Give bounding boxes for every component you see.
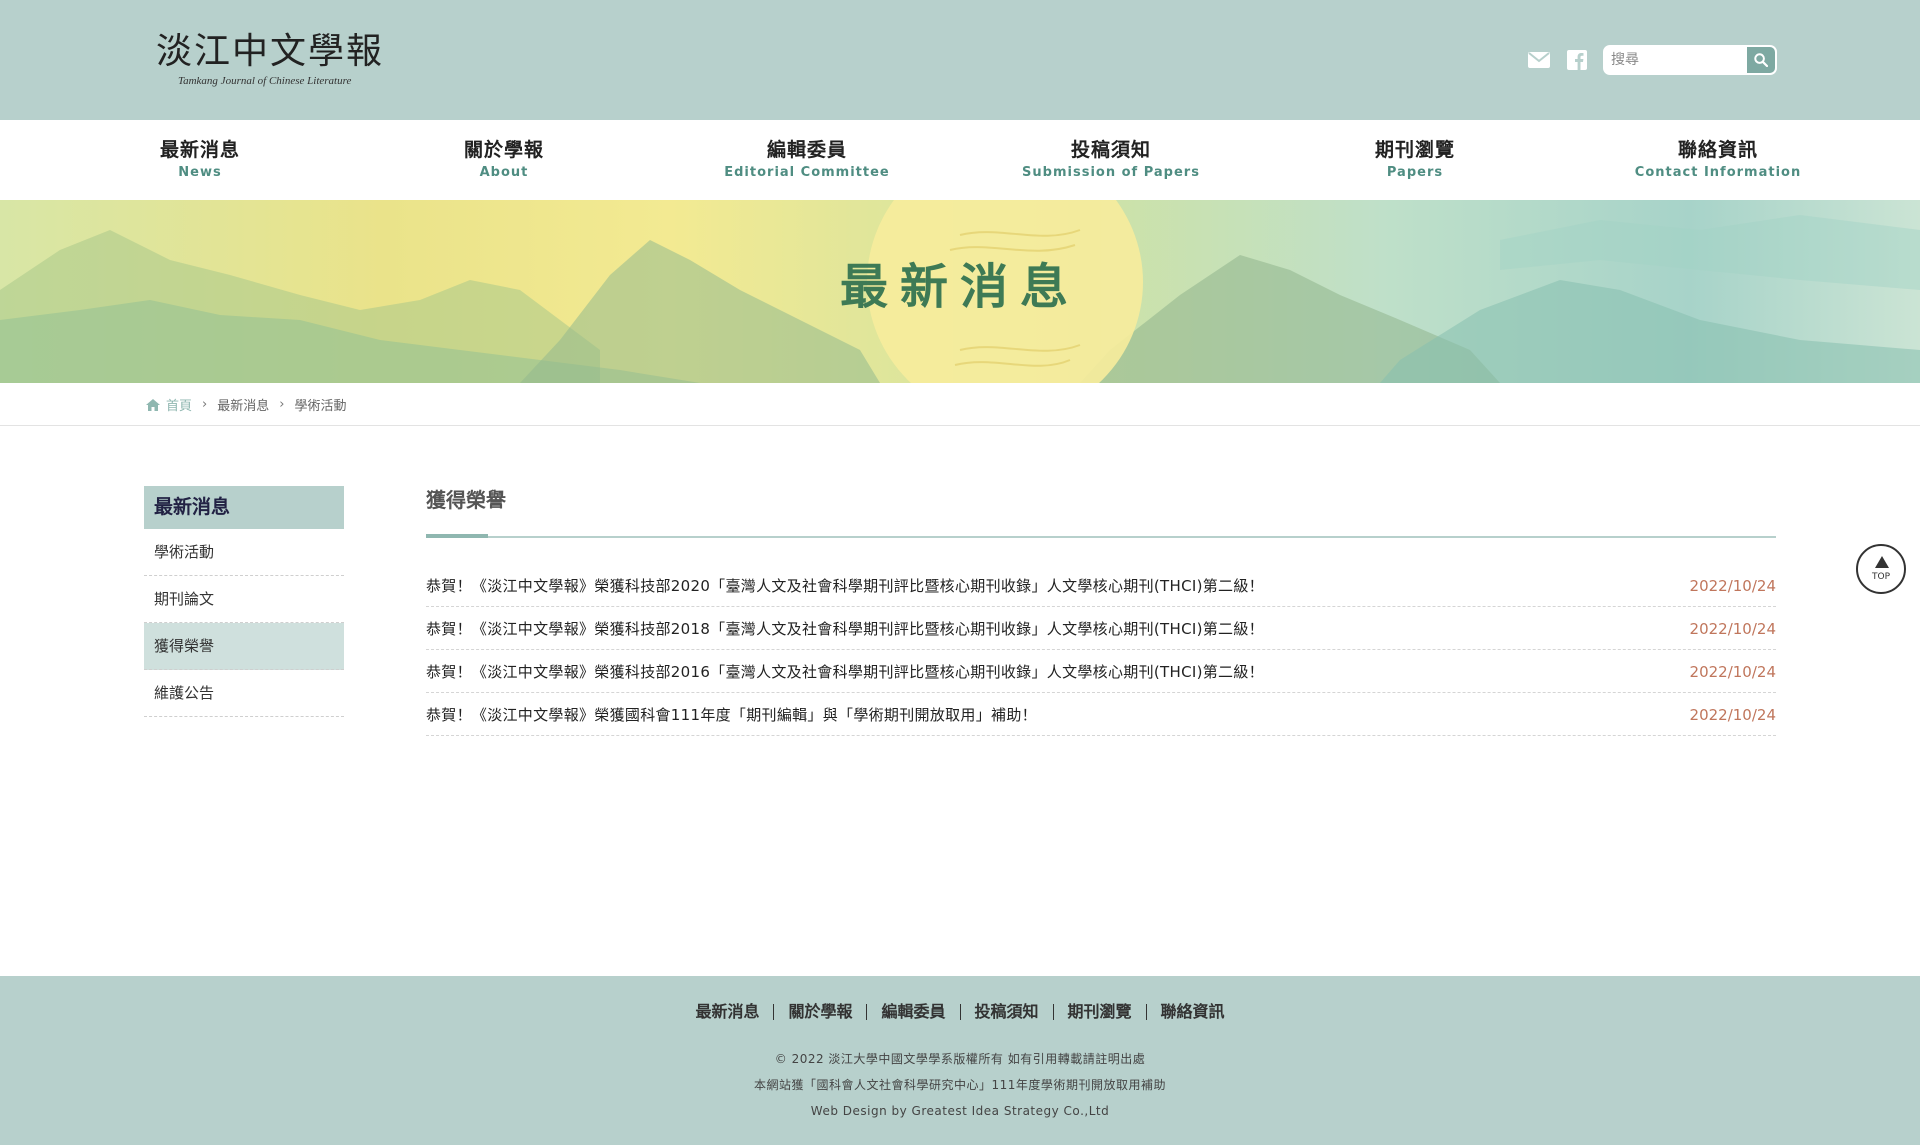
nav-editorial-committee[interactable]: 編輯委員 Editorial Committee — [687, 138, 927, 182]
footer-link-contact[interactable]: 聯絡資訊 — [1145, 1004, 1239, 1020]
nav-label-zh: 編輯委員 — [766, 139, 847, 161]
back-to-top-button[interactable]: TOP — [1856, 544, 1906, 594]
logo-subtitle: Tamkang Journal of Chinese Literature — [178, 75, 352, 87]
chevron-right-icon: › — [279, 397, 285, 412]
search-input[interactable] — [1605, 47, 1747, 73]
top-header: 淡江中文學報 Tamkang Journal of Chinese Litera… — [0, 0, 1920, 120]
footer-link-submission[interactable]: 投稿須知 — [959, 1004, 1053, 1020]
nav-label-zh: 聯絡資訊 — [1677, 139, 1758, 161]
nav-label-en: Contact Information — [1634, 165, 1802, 180]
mail-icon[interactable] — [1527, 49, 1551, 71]
footer-info: © 2022 淡江大學中國文學學系版權所有 如有引用轉載請註明出處 本網站獲「國… — [0, 1046, 1920, 1124]
footer-link-papers[interactable]: 期刊瀏覽 — [1052, 1004, 1146, 1020]
nav-label-en: Submission of Papers — [1022, 165, 1200, 180]
list-item[interactable]: 恭賀！《淡江中文學報》榮獲科技部2018「臺灣人文及社會科學期刊評比暨核心期刊收… — [426, 607, 1776, 650]
list-item-title: 恭賀！《淡江中文學報》榮獲科技部2018「臺灣人文及社會科學期刊評比暨核心期刊收… — [426, 620, 1264, 638]
breadcrumb-current: 學術活動 — [294, 399, 347, 414]
list-item-date: 2022/10/24 — [1689, 663, 1776, 681]
search-box — [1603, 45, 1777, 75]
nav-contact[interactable]: 聯絡資訊 Contact Information — [1598, 138, 1838, 182]
site-logo[interactable]: 淡江中文學報 Tamkang Journal of Chinese Litera… — [156, 30, 396, 92]
list-item[interactable]: 恭賀！《淡江中文學報》榮獲科技部2020「臺灣人文及社會科學期刊評比暨核心期刊收… — [426, 564, 1776, 607]
nav-label-en: About — [479, 165, 529, 180]
nav-label-en: Papers — [1386, 165, 1444, 180]
footer: 最新消息 關於學報 編輯委員 投稿須知 期刊瀏覽 聯絡資訊 © 2022 淡江大學中國文學… — [0, 976, 1920, 1145]
page-title: 獲得榮譽 — [426, 488, 506, 512]
nav-label-zh: 最新消息 — [159, 139, 240, 161]
footer-link-editorial[interactable]: 編輯委員 — [866, 1004, 959, 1020]
header-tools — [1527, 45, 1777, 75]
sidebar-item-maintenance[interactable]: 維護公告 — [144, 670, 344, 717]
footer-grant: 本網站獲「國科會人文社會科學研究中心」111年度學術期刊開放取用補助 — [754, 1078, 1166, 1092]
nav-submission[interactable]: 投稿須知 Submission of Papers — [991, 138, 1231, 182]
breadcrumb-home-label: 首頁 — [166, 399, 193, 414]
list-item-title: 恭賀！《淡江中文學報》榮獲國科會111年度「期刊編輯」與「學術期刊開放取用」補助… — [426, 706, 1037, 724]
title-divider — [426, 534, 1776, 538]
nav-label-zh: 期刊瀏覽 — [1374, 139, 1455, 161]
chevron-right-icon: › — [202, 397, 208, 412]
facebook-icon[interactable] — [1565, 49, 1589, 71]
list-item-date: 2022/10/24 — [1689, 577, 1776, 595]
list-item-title: 恭賀！《淡江中文學報》榮獲科技部2020「臺灣人文及社會科學期刊評比暨核心期刊收… — [426, 577, 1264, 595]
list-item-title: 恭賀！《淡江中文學報》榮獲科技部2016「臺灣人文及社會科學期刊評比暨核心期刊收… — [426, 663, 1264, 681]
main-content: 獲得榮譽 恭賀！《淡江中文學報》榮獲科技部2020「臺灣人文及社會科學期刊評比暨… — [426, 486, 1776, 736]
breadcrumb-trail: 首頁 › 最新消息 › 學術活動 — [146, 395, 346, 414]
nav-label-en: Editorial Committee — [724, 165, 890, 180]
sidebar-item-academic-activities[interactable]: 學術活動 — [144, 529, 344, 576]
list-item[interactable]: 恭賀！《淡江中文學報》榮獲國科會111年度「期刊編輯」與「學術期刊開放取用」補助… — [426, 693, 1776, 736]
nav-papers[interactable]: 期刊瀏覽 Papers — [1295, 138, 1535, 182]
nav-about[interactable]: 關於學報 About — [384, 138, 624, 182]
list-item-date: 2022/10/24 — [1689, 620, 1776, 638]
list-item[interactable]: 恭賀！《淡江中文學報》榮獲科技部2016「臺灣人文及社會科學期刊評比暨核心期刊收… — [426, 650, 1776, 693]
arrow-up-icon — [1875, 556, 1889, 568]
nav-label-en: News — [178, 165, 222, 180]
sidebar-heading: 最新消息 — [144, 486, 344, 529]
sidebar-item-honors[interactable]: 獲得榮譽 — [144, 623, 344, 670]
page-banner: 最新消息 — [0, 200, 1920, 383]
list-item-date: 2022/10/24 — [1689, 706, 1776, 724]
search-icon — [1754, 53, 1768, 67]
nav-label-zh: 投稿須知 — [1070, 139, 1151, 161]
footer-credit: Web Design by Greatest Idea Strategy Co.… — [810, 1104, 1110, 1118]
search-button[interactable] — [1747, 47, 1775, 73]
footer-link-news[interactable]: 最新消息 — [681, 1004, 773, 1020]
breadcrumb: 首頁 › 最新消息 › 學術活動 — [0, 383, 1920, 426]
home-icon — [146, 398, 160, 411]
footer-copyright: © 2022 淡江大學中國文學學系版權所有 如有引用轉載請註明出處 — [774, 1052, 1146, 1066]
footer-link-about[interactable]: 關於學報 — [773, 1004, 866, 1020]
title-accent — [426, 534, 488, 538]
breadcrumb-news[interactable]: 最新消息 — [217, 395, 269, 414]
logo-text: 淡江中文學報 — [156, 31, 385, 72]
banner-title: 最新消息 — [839, 259, 1080, 315]
breadcrumb-home[interactable]: 首頁 — [146, 395, 192, 414]
back-to-top-label: TOP — [1871, 572, 1890, 582]
sidebar-item-journal-papers[interactable]: 期刊論文 — [144, 576, 344, 623]
nav-news[interactable]: 最新消息 News — [80, 138, 320, 182]
footer-nav: 最新消息 關於學報 編輯委員 投稿須知 期刊瀏覽 聯絡資訊 — [0, 1004, 1920, 1020]
main-nav: 最新消息 News 關於學報 About 編輯委員 Editorial Comm… — [0, 120, 1920, 200]
news-list: 恭賀！《淡江中文學報》榮獲科技部2020「臺灣人文及社會科學期刊評比暨核心期刊收… — [426, 564, 1776, 736]
sidebar: 最新消息 學術活動 期刊論文 獲得榮譽 維護公告 — [144, 486, 344, 717]
nav-label-zh: 關於學報 — [463, 139, 544, 161]
